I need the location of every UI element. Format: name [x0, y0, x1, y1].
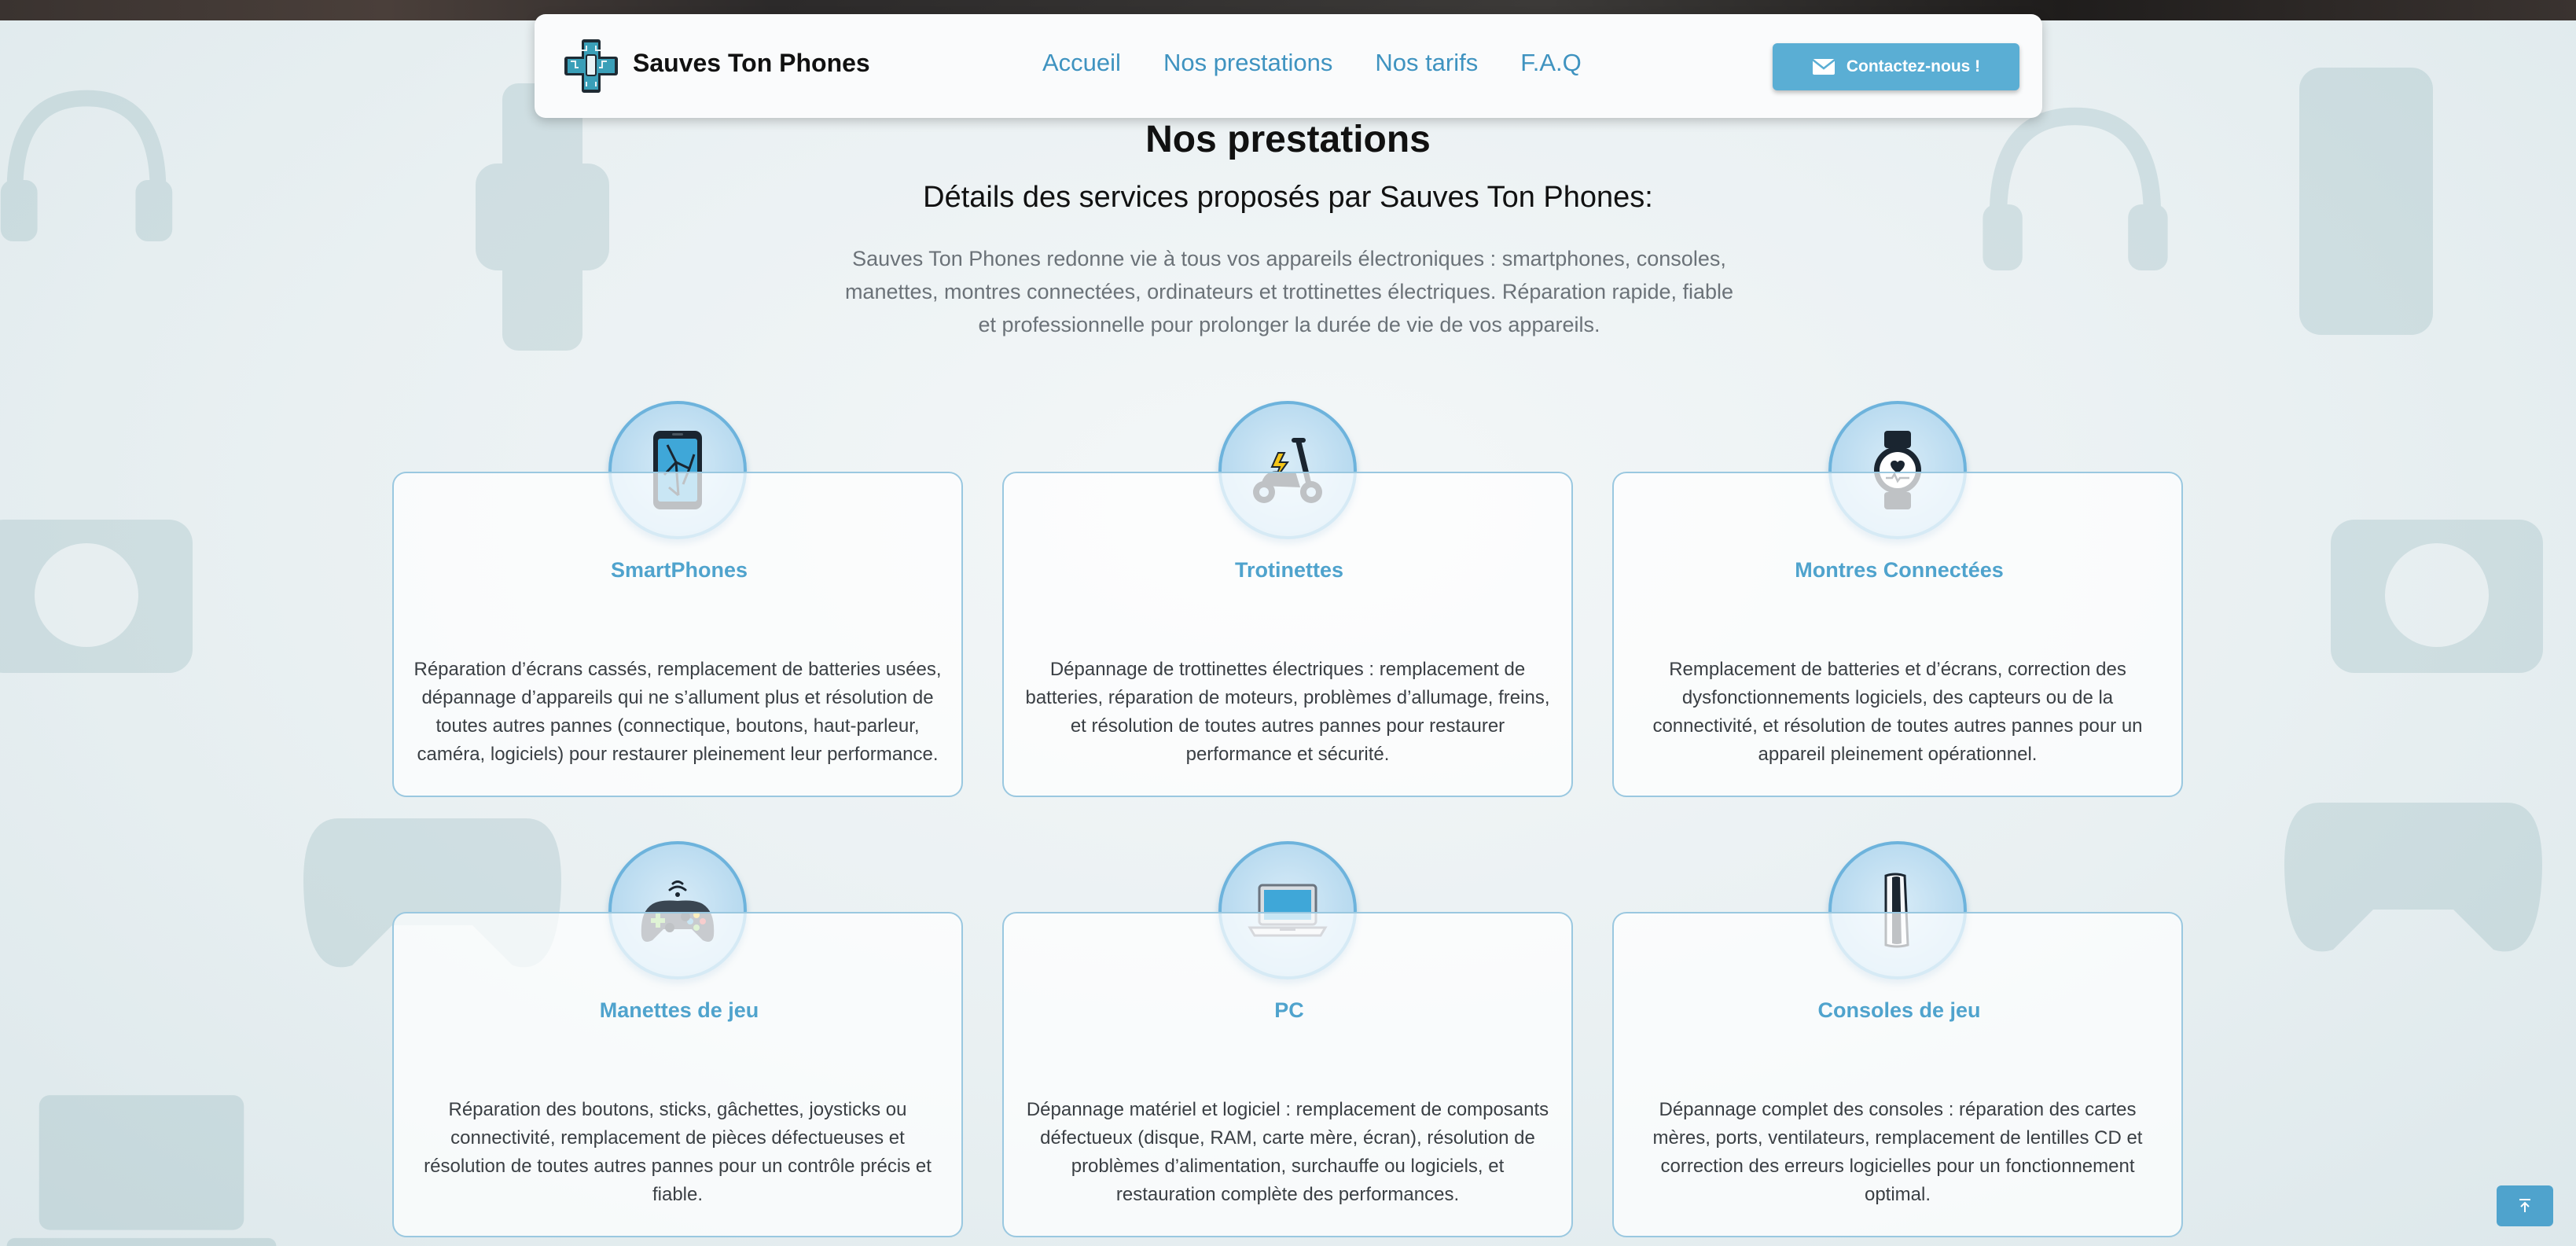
service-title: Trotinettes — [1234, 558, 1344, 582]
arrow-up-icon — [2519, 1199, 2530, 1212]
service-description: Dépannage complet des consoles : réparat… — [1652, 1099, 2143, 1205]
main-nav: Accueil Nos prestations Nos tarifs F.A.Q — [1042, 49, 1582, 77]
service-description: Remplacement de batteries et d’écrans, c… — [1652, 659, 2143, 765]
service-card-manettes[interactable]: Manettes de jeu Réparation des boutons, … — [392, 912, 963, 1237]
service-title: SmartPhones — [610, 558, 748, 582]
nav-nos-prestations[interactable]: Nos prestations — [1163, 49, 1332, 77]
page-title: Nos prestations — [1145, 119, 1431, 160]
navbar: Sauves Ton Phones Accueil Nos prestation… — [535, 14, 2042, 118]
service-description: Réparation d’écrans cassés, remplacement… — [413, 659, 942, 765]
intro-paragraph: Sauves Ton Phones redonne vie à tous vos… — [844, 247, 1734, 336]
service-card-montres[interactable]: Montres Connectées Remplacement de batte… — [1612, 472, 2183, 797]
service-description: Dépannage de trottinettes électriques : … — [1025, 659, 1550, 765]
gamepad-bg-icon — [2284, 803, 2542, 952]
brand-name[interactable]: Sauves Ton Phones — [633, 49, 870, 78]
service-card-pc[interactable]: PC Dépannage matériel et logiciel : remp… — [1002, 912, 1573, 1237]
headphones-icon — [0, 90, 173, 241]
envelope-icon — [1812, 59, 1836, 75]
nav-nos-tarifs[interactable]: Nos tarifs — [1375, 49, 1478, 77]
service-card-smartphones[interactable]: SmartPhones Réparation d’écrans cassés, … — [392, 472, 963, 797]
back-to-top-button[interactable] — [2497, 1185, 2553, 1226]
nav-accueil[interactable]: Accueil — [1042, 49, 1121, 77]
contact-button-label: Contactez-nous ! — [1846, 57, 1981, 75]
camera-bg-icon — [0, 520, 193, 673]
logo-icon[interactable] — [563, 38, 619, 94]
laptop-bg-icon — [6, 1095, 277, 1246]
camera-bg-icon — [2331, 520, 2543, 673]
page-subtitle: Détails des services proposés par Sauves… — [923, 181, 1653, 214]
service-title: Montres Connectées — [1795, 558, 2004, 582]
service-card-trotinettes[interactable]: Trotinettes Dépannage de trottinettes él… — [1002, 472, 1573, 797]
service-title: PC — [1274, 998, 1304, 1022]
service-description: Dépannage matériel et logiciel : remplac… — [1026, 1099, 1549, 1205]
service-description: Réparation des boutons, sticks, gâchette… — [424, 1099, 932, 1205]
contact-button[interactable]: Contactez-nous ! — [1773, 43, 2019, 90]
service-card-consoles[interactable]: Consoles de jeu Dépannage complet des co… — [1612, 912, 2183, 1237]
service-title: Manettes de jeu — [599, 998, 759, 1022]
service-title: Consoles de jeu — [1817, 998, 1981, 1022]
nav-faq[interactable]: F.A.Q — [1520, 49, 1582, 77]
